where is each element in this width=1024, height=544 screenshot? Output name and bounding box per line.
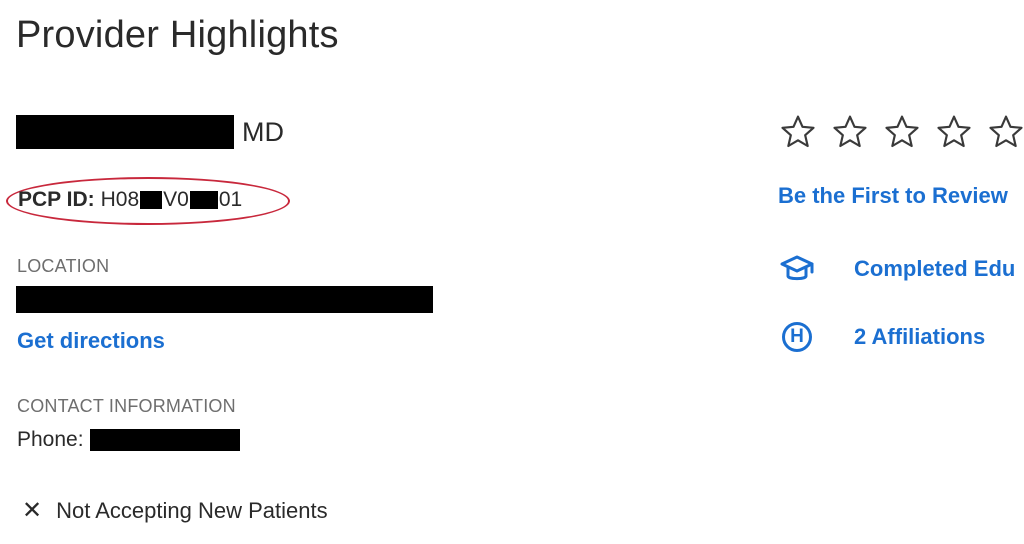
redacted-pcp-segment — [189, 191, 218, 209]
pcp-id-row: PCP ID: H08 V0 01 — [18, 188, 242, 212]
first-review-link[interactable]: Be the First to Review — [778, 183, 1008, 209]
affiliations-link[interactable]: 2 Affiliations — [854, 324, 985, 350]
star-icon[interactable] — [986, 112, 1024, 152]
contact-information-label: CONTACT INFORMATION — [17, 396, 236, 416]
phone-row: Phone: — [17, 428, 240, 452]
pcp-id-label: PCP ID: — [18, 188, 95, 211]
redacted-provider-name — [16, 115, 234, 149]
star-rating — [778, 112, 1024, 152]
close-icon: ✕ — [22, 497, 43, 524]
page-title: Provider Highlights — [16, 14, 339, 56]
redacted-phone-number — [89, 429, 240, 451]
education-feature[interactable]: Completed Edu — [776, 248, 1015, 290]
star-icon[interactable] — [778, 112, 818, 152]
phone-label: Phone: — [17, 428, 84, 451]
star-icon[interactable] — [934, 112, 974, 152]
get-directions-link[interactable]: Get directions — [17, 328, 165, 354]
provider-name-row: MD — [16, 114, 284, 150]
star-icon[interactable] — [882, 112, 922, 152]
pcp-id-part: H08 — [100, 188, 140, 211]
accepting-patients-text: Not Accepting New Patients — [56, 497, 328, 523]
redacted-pcp-segment — [140, 191, 163, 209]
location-label: LOCATION — [17, 256, 110, 276]
hospital-icon: H — [776, 316, 818, 358]
provider-credential: MD — [242, 116, 284, 147]
affiliations-feature[interactable]: H 2 Affiliations — [776, 316, 985, 358]
pcp-id-part: V0 — [163, 188, 189, 211]
accepting-patients-status: ✕ Not Accepting New Patients — [22, 496, 328, 525]
pcp-id-part: 01 — [218, 188, 243, 211]
redacted-address — [16, 286, 433, 313]
graduation-cap-icon — [776, 248, 818, 290]
star-icon[interactable] — [830, 112, 870, 152]
education-link[interactable]: Completed Edu — [854, 256, 1015, 282]
provider-highlights-page: Provider Highlights MD PCP ID: H08 V0 01… — [0, 0, 1024, 544]
